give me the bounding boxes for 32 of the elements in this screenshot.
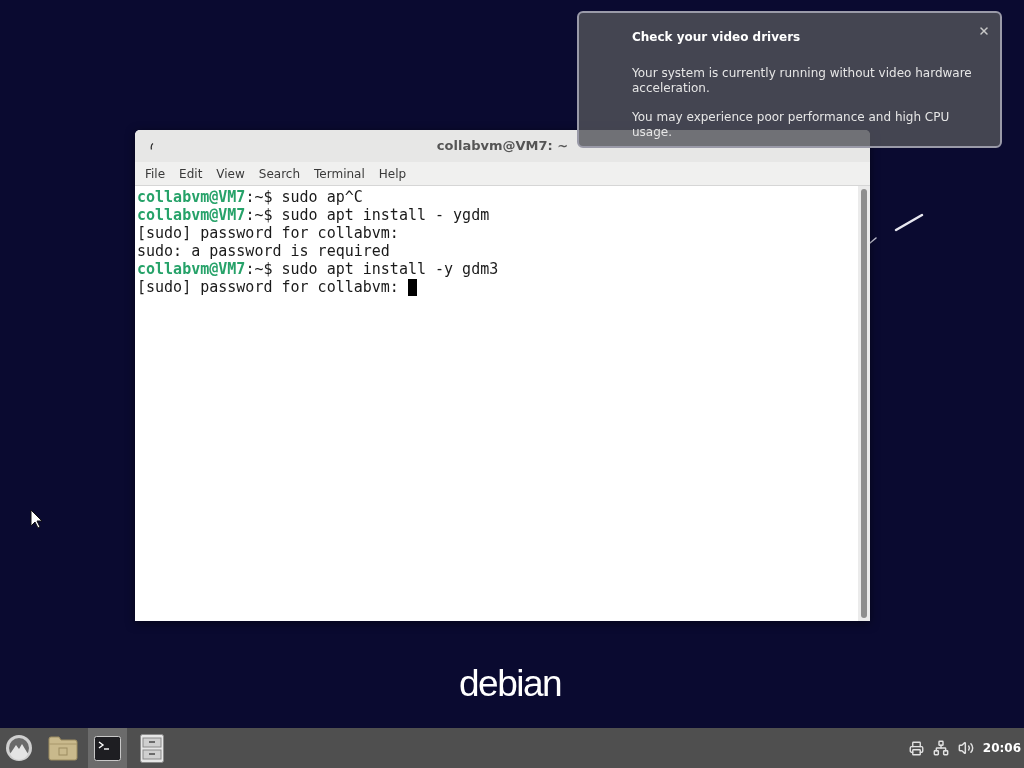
terminal-taskbar-button[interactable] xyxy=(88,728,127,768)
menu-item[interactable]: File xyxy=(138,163,173,184)
notification-text: You may experience poor performance and high CPU usage. xyxy=(632,110,951,140)
debian-logo: debian xyxy=(459,662,562,706)
file-cabinet-icon xyxy=(140,733,164,763)
terminal-line: collabvm@VM7:~$ sudo ap^C xyxy=(137,186,363,208)
window-title: collabvm@VM7: ~ xyxy=(436,137,569,156)
terminal-line: collabvm@VM7:~$ sudo apt install -y gdm3 xyxy=(137,259,499,280)
clock[interactable]: 20:06 xyxy=(982,739,1021,757)
notification-title: Check your video drivers xyxy=(632,30,801,45)
menu-item[interactable]: Help xyxy=(371,163,414,184)
menu-item[interactable]: Edit xyxy=(172,163,210,184)
menu-item[interactable]: View xyxy=(209,163,252,184)
window-menu-icon[interactable] xyxy=(150,143,154,150)
wallpaper-streak-drawing xyxy=(869,237,877,244)
wallpaper-streak-drawing xyxy=(894,213,924,232)
close-icon xyxy=(978,25,990,37)
terminal-line: sudo: a password is required xyxy=(137,241,390,262)
terminal-line: [sudo] password for collabvm: xyxy=(137,277,399,298)
network-icon[interactable] xyxy=(932,740,949,756)
terminal-line: collabvm@VM7:~$ sudo apt install - ygdm xyxy=(137,205,490,226)
printer-icon[interactable] xyxy=(908,740,924,756)
mountain-logo-icon xyxy=(5,734,33,762)
terminal-icon xyxy=(94,735,121,761)
menu-item[interactable]: Search xyxy=(251,163,308,184)
volume-icon[interactable] xyxy=(957,740,974,756)
notification-text: Your system is currently running without video hardware acceleration. xyxy=(632,66,973,96)
folder-icon xyxy=(48,735,78,761)
mouse-pointer-icon xyxy=(30,509,43,529)
terminal-line: [sudo] password for collabvm: xyxy=(137,223,399,244)
text-cursor-icon xyxy=(407,278,417,296)
menu-item[interactable]: Terminal xyxy=(307,163,372,184)
